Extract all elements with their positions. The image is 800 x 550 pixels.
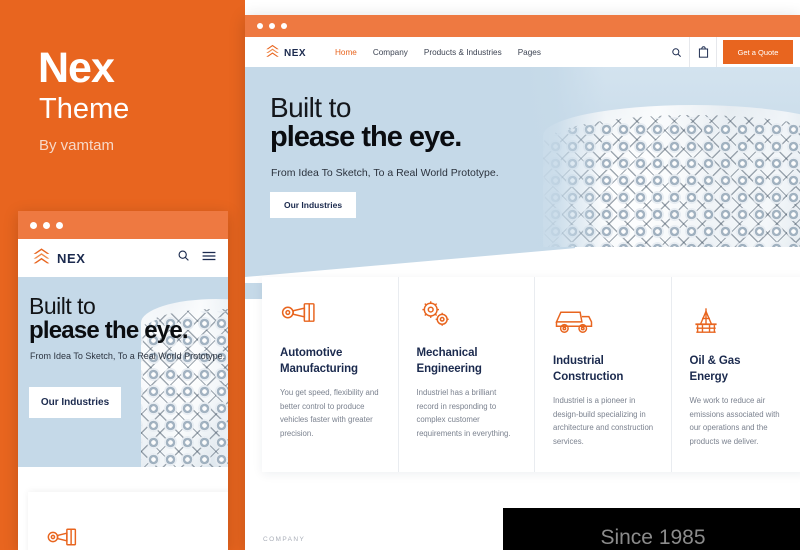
- window-dot-minimize: [43, 222, 50, 229]
- piston-icon: [46, 525, 80, 550]
- mobile-hero-heading-line1: Built to: [29, 293, 96, 319]
- company-eyebrow-label: COMPANY: [263, 536, 306, 543]
- industry-card[interactable]: Mechanical Engineering Industriel has a …: [397, 277, 535, 472]
- desktop-preview-window: NEX Home Company Products & Industries P…: [245, 15, 800, 550]
- industry-card-description: Industriel has a brilliant record in res…: [416, 388, 511, 438]
- promo-byline: By vamtam: [39, 137, 115, 154]
- mobile-logo-text: NEX: [57, 250, 86, 266]
- site-logo[interactable]: NEX: [265, 43, 306, 63]
- chevron-stack-icon: [265, 43, 280, 63]
- mobile-hero-heading-line2: please the eye.: [29, 317, 189, 344]
- since-banner: Since 1985: [503, 508, 800, 550]
- industry-card-title: Industrial Construction: [553, 355, 624, 383]
- mobile-hero-subtitle: From Idea To Sketch, To a Real World Pro…: [30, 351, 226, 361]
- dump-truck-icon: [553, 307, 655, 341]
- industry-card-title: Oil & Gas Energy: [689, 355, 741, 383]
- industry-card-title: Mechanical Engineering: [416, 347, 482, 375]
- piston-icon: [280, 299, 382, 333]
- industries-card-row: Automotive Manufacturing You get speed, …: [262, 277, 800, 472]
- hero-subtitle: From Idea To Sketch, To a Real World Pro…: [271, 167, 499, 179]
- shopping-bag-icon[interactable]: [690, 37, 716, 67]
- site-navbar: NEX Home Company Products & Industries P…: [245, 37, 800, 69]
- industry-card-title: Automotive Manufacturing: [280, 347, 358, 375]
- mobile-hero-button[interactable]: Our Industries: [29, 387, 121, 418]
- browser-titlebar: [245, 15, 800, 37]
- navbar-actions: Get a Quote: [663, 37, 800, 67]
- industry-card-description: You get speed, flexibility and better co…: [280, 388, 379, 438]
- chevron-stack-icon: [32, 246, 51, 270]
- hero-heading-line1: Built to: [270, 92, 351, 123]
- hero-heading-line2: please the eye.: [270, 121, 462, 153]
- search-icon[interactable]: [177, 249, 190, 267]
- nav-item-pages[interactable]: Pages: [518, 39, 541, 66]
- mobile-logo[interactable]: NEX: [32, 246, 86, 270]
- industry-card[interactable]: Oil & Gas Energy We work to reduce air e…: [670, 277, 800, 472]
- mobile-cards-slab: [28, 492, 228, 550]
- industry-card[interactable]: Industrial Construction Industriel is a …: [534, 277, 671, 472]
- industry-card[interactable]: Automotive Manufacturing You get speed, …: [262, 277, 398, 472]
- hamburger-menu-icon[interactable]: [202, 249, 216, 267]
- nav-item-company[interactable]: Company: [373, 39, 408, 66]
- nav-item-home[interactable]: Home: [335, 39, 357, 69]
- mobile-preview-window: NEX Built to please the eye. From Idea T…: [18, 211, 228, 550]
- gears-icon: [417, 299, 519, 333]
- window-dot-maximize: [281, 23, 287, 29]
- mobile-hero-image: [135, 277, 228, 467]
- site-logo-text: NEX: [284, 47, 307, 59]
- mobile-titlebar: [18, 211, 228, 239]
- window-dot-close: [257, 23, 263, 29]
- search-icon[interactable]: [663, 37, 689, 67]
- screenshot-stage: Nex Theme By vamtam NEX Built to please …: [0, 0, 800, 550]
- promo-brand-subtitle: Theme: [39, 93, 130, 125]
- mobile-hero: Built to please the eye. From Idea To Sk…: [18, 277, 228, 467]
- main-menu: Home Company Products & Industries Pages: [335, 37, 541, 69]
- window-dot-maximize: [56, 222, 63, 229]
- nav-item-products-industries[interactable]: Products & Industries: [424, 39, 502, 66]
- promo-brand-name: Nex: [38, 44, 115, 92]
- industry-card-description: We work to reduce air emissions associat…: [689, 396, 780, 446]
- our-industries-button[interactable]: Our Industries: [270, 192, 356, 218]
- industry-card-description: Industriel is a pioneer in design-build …: [553, 396, 654, 446]
- oil-rig-icon: [690, 307, 792, 341]
- mobile-navbar: NEX: [18, 239, 228, 277]
- nav-divider: [716, 37, 717, 67]
- company-section: COMPANY Pioneering Since 1985: [245, 485, 800, 550]
- since-label: Since 1985: [600, 526, 706, 549]
- window-dot-minimize: [269, 23, 275, 29]
- window-dot-close: [30, 222, 37, 229]
- get-a-quote-button[interactable]: Get a Quote: [723, 40, 793, 64]
